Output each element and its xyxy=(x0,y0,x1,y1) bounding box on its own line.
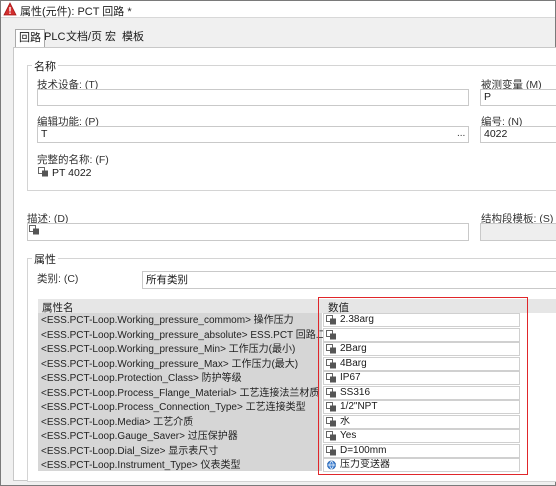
description-field[interactable] xyxy=(27,223,469,241)
name-group-title: 名称 xyxy=(32,58,58,74)
property-row-name: <ESS.PCT-Loop.Dial_Size> 显示表尺寸 xyxy=(41,445,219,457)
properties-dialog: 属性(元件): PCT 回路 * 回路 PLC 文档/页 宏 模板 名称 技术设… xyxy=(0,0,556,486)
full-name-value: PT 4022 xyxy=(52,167,92,179)
number-field[interactable]: 4022 xyxy=(480,126,556,143)
category-label: 类别: (C) xyxy=(37,273,79,285)
edit-function-browse-button[interactable]: ... xyxy=(457,128,465,139)
full-name-label: 完整的名称: (F) xyxy=(37,154,109,166)
structure-template-field[interactable] xyxy=(480,223,556,241)
property-row-name: <ESS.PCT-Loop.Process_Connection_Type> 工… xyxy=(41,402,306,413)
edit-function-value: T xyxy=(41,128,48,140)
property-row-name: <ESS.PCT-Loop.Working_pressure_commom> 操… xyxy=(41,315,294,326)
title-bar: 属性(元件): PCT 回路 * xyxy=(1,1,555,18)
property-row-name: <ESS.PCT-Loop.Process_Flange_Material> 工… xyxy=(41,387,320,399)
tab-macro[interactable]: 宏 xyxy=(102,29,119,47)
measured-variable-field[interactable]: P xyxy=(480,89,556,106)
multilang-icon xyxy=(29,225,39,235)
property-row-name: <ESS.PCT-Loop.Protection_Class> 防护等级 xyxy=(41,373,242,384)
window-title: 属性(元件): PCT 回路 * xyxy=(20,6,132,18)
warning-icon xyxy=(3,2,17,16)
category-dropdown[interactable]: 所有类别 xyxy=(142,271,556,289)
multilang-icon xyxy=(38,167,48,177)
tab-document-page[interactable]: 文档/页 xyxy=(63,29,105,47)
edit-function-field[interactable]: T xyxy=(37,126,469,143)
property-row-name: <ESS.PCT-Loop.Working_pressure_Max> 工作压力… xyxy=(41,358,299,370)
value-column-highlight xyxy=(318,297,528,475)
property-row-name: <ESS.PCT-Loop.Instrument_Type> 仪表类型 xyxy=(41,460,241,471)
property-row-name: <ESS.PCT-Loop.Gauge_Saver> 过压保护器 xyxy=(41,431,238,442)
property-row-name: <ESS.PCT-Loop.Media> 工艺介质 xyxy=(41,416,194,428)
tab-template[interactable]: 模板 xyxy=(119,29,147,47)
properties-group-title: 属性 xyxy=(32,251,58,267)
property-row-name: <ESS.PCT-Loop.Working_pressure_Min> 工作压力… xyxy=(41,344,296,355)
tech-equipment-field[interactable] xyxy=(37,89,469,106)
property-name-column: <ESS.PCT-Loop.Working_pressure_commom> 操… xyxy=(38,313,388,471)
